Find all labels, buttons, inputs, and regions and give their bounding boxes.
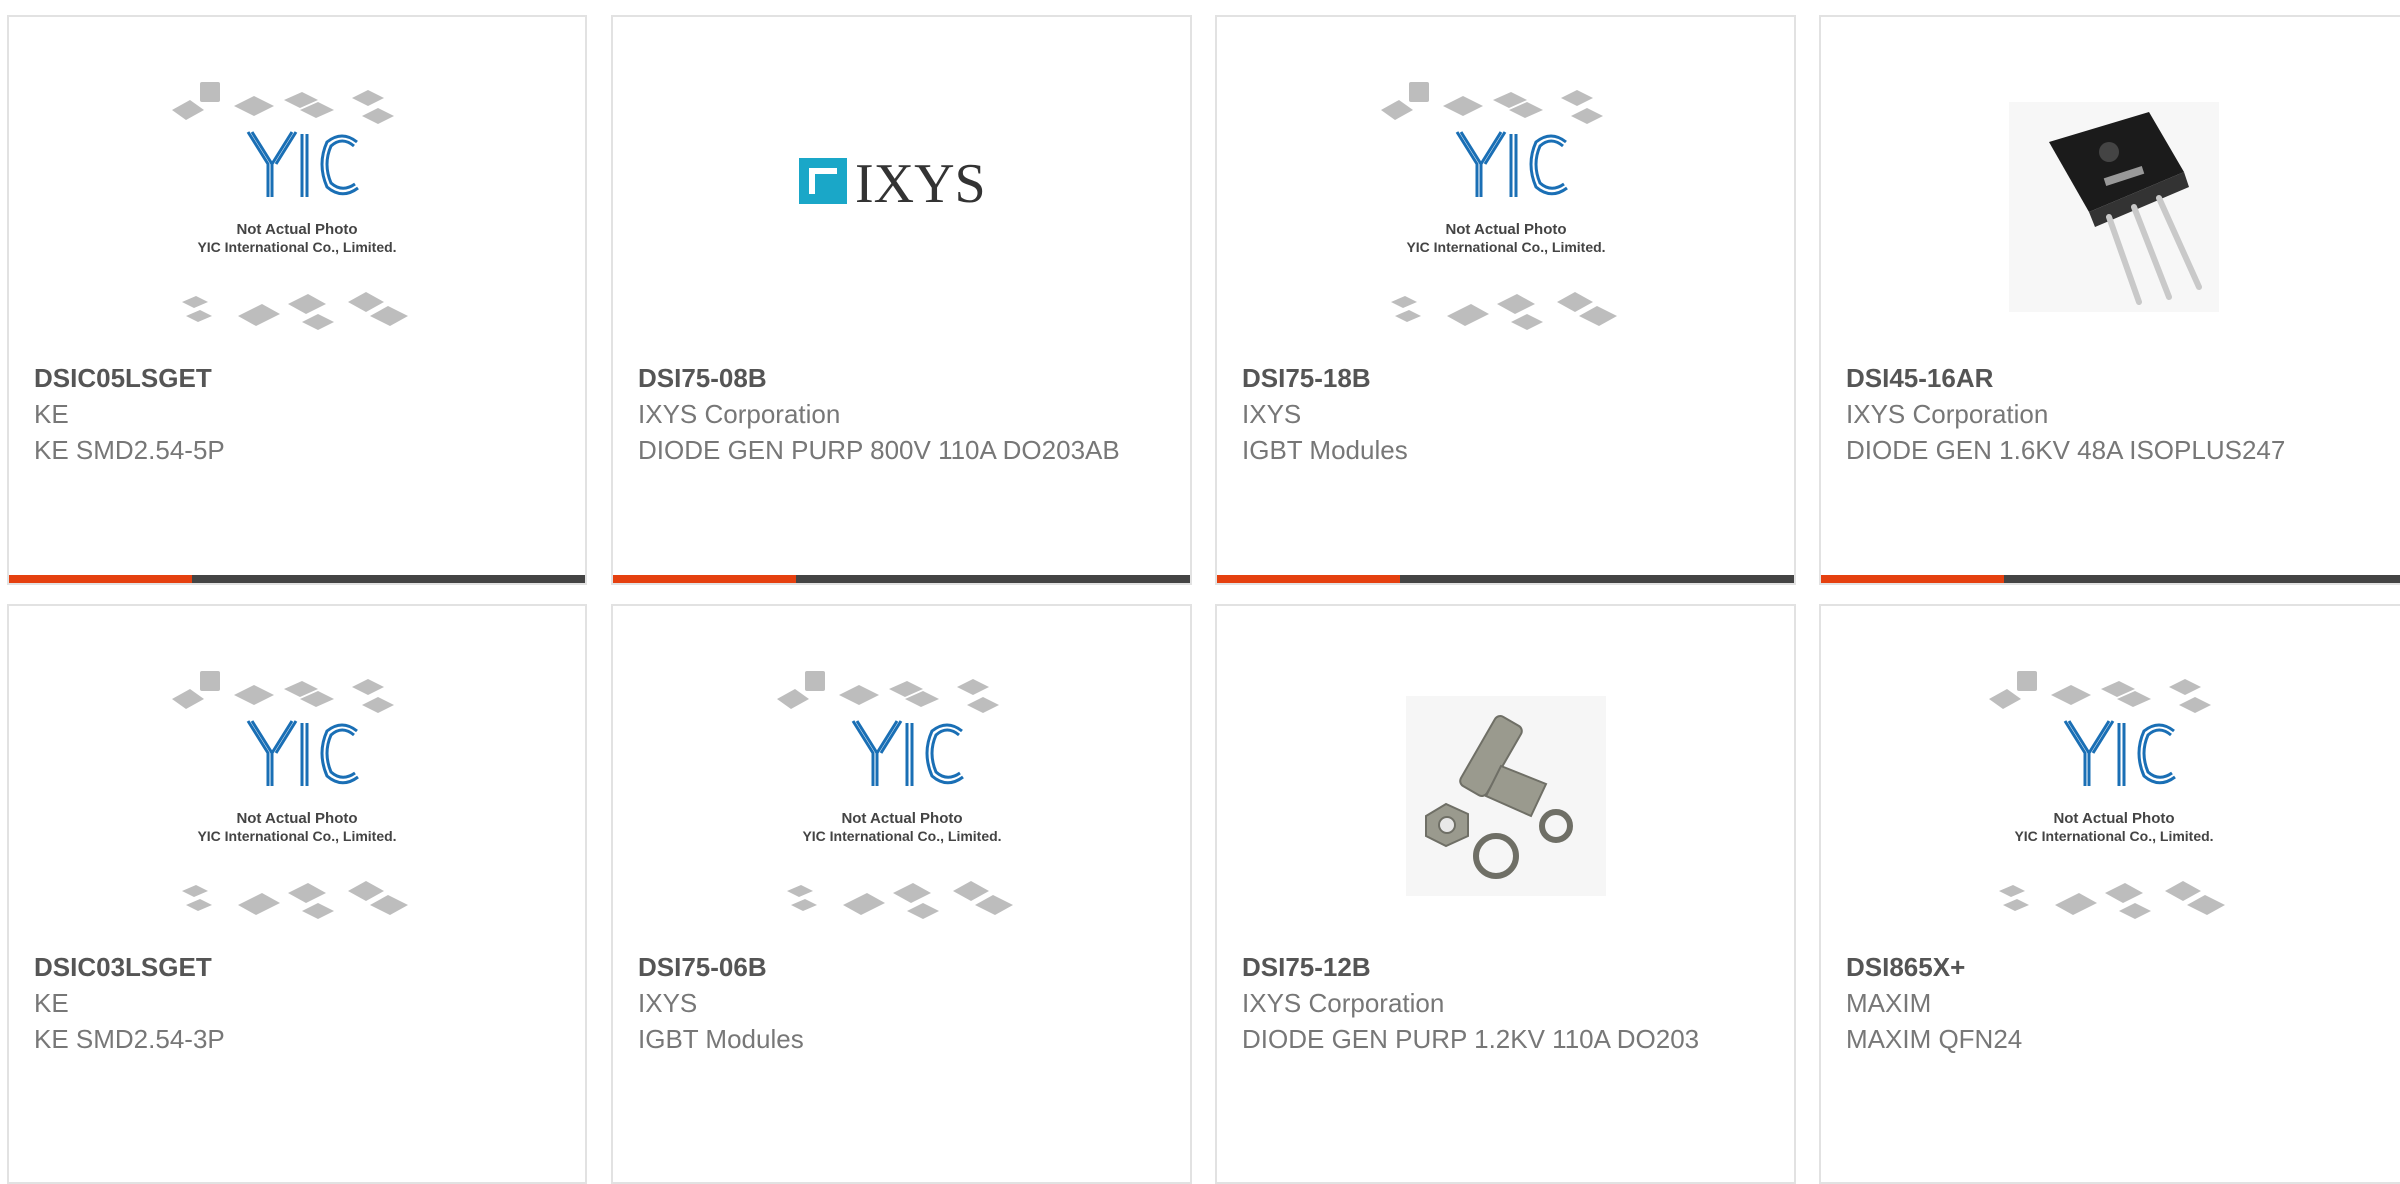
placeholder-line1: Not Actual Photo <box>1445 221 1566 238</box>
card-accent <box>613 575 796 583</box>
placeholder-line1: Not Actual Photo <box>841 810 962 827</box>
manufacturer: IXYS Corporation <box>1846 399 2049 429</box>
description: KE SMD2.54-5P <box>34 435 225 465</box>
part-number[interactable]: DSI45-16AR <box>1846 360 2387 396</box>
product-card[interactable]: IXYS DSI75-08B IXYS Corporation DIODE GE… <box>611 15 1192 585</box>
ixys-logo: IXYS <box>798 153 986 212</box>
product-card[interactable]: Not Actual Photo YIC International Co., … <box>1819 604 2400 1184</box>
manufacturer: IXYS <box>638 988 698 1018</box>
product-grid: Not Actual Photo YIC International Co., … <box>0 0 2400 1184</box>
manufacturer: KE <box>34 399 69 429</box>
product-image: Not Actual Photo YIC International Co., … <box>1821 646 2400 946</box>
part-number[interactable]: DSI75-06B <box>638 949 1170 985</box>
placeholder-line2: YIC International Co., Limited. <box>197 828 396 844</box>
product-image <box>1217 646 1794 946</box>
card-footer-bar <box>9 575 585 583</box>
description: IGBT Modules <box>638 1024 804 1054</box>
description: IGBT Modules <box>1242 435 1408 465</box>
card-accent <box>1821 575 2004 583</box>
placeholder-line1: Not Actual Photo <box>236 221 357 238</box>
placeholder-line2: YIC International Co., Limited. <box>802 828 1001 844</box>
part-number[interactable]: DSI75-12B <box>1242 949 1774 985</box>
manufacturer: KE <box>34 988 69 1018</box>
manufacturer: IXYS Corporation <box>638 399 841 429</box>
card-accent <box>1217 575 1400 583</box>
placeholder-image: Not Actual Photo YIC International Co., … <box>1380 82 1617 330</box>
description: DIODE GEN PURP 1.2KV 110A DO203 <box>1242 1024 1700 1054</box>
card-footer-bar <box>613 575 1190 583</box>
placeholder-image: Not Actual Photo YIC International Co., … <box>172 671 408 919</box>
placeholder-line2: YIC International Co., Limited. <box>2014 828 2213 844</box>
product-card[interactable]: DSI75-12B IXYS Corporation DIODE GEN PUR… <box>1215 604 1796 1184</box>
product-image: Not Actual Photo YIC International Co., … <box>9 646 585 946</box>
placeholder-line2: YIC International Co., Limited. <box>1406 239 1605 255</box>
ixys-logo-text: IXYS <box>855 153 986 212</box>
placeholder-image: Not Actual Photo YIC International Co., … <box>172 82 408 330</box>
description: KE SMD2.54-3P <box>34 1024 225 1054</box>
placeholder-line2: YIC International Co., Limited. <box>197 239 396 255</box>
placeholder-image: Not Actual Photo YIC International Co., … <box>1989 671 2225 919</box>
part-number[interactable]: DSI75-08B <box>638 360 1170 396</box>
description: DIODE GEN PURP 800V 110A DO203AB <box>638 435 1120 465</box>
product-image <box>1821 57 2400 357</box>
part-number[interactable]: DSIC05LSGET <box>34 360 565 396</box>
product-image: Not Actual Photo YIC International Co., … <box>9 57 585 357</box>
placeholder-line1: Not Actual Photo <box>2053 810 2174 827</box>
manufacturer: IXYS <box>1242 399 1302 429</box>
product-card[interactable]: Not Actual Photo YIC International Co., … <box>7 15 587 585</box>
card-footer-bar <box>1821 575 2400 583</box>
description: MAXIM QFN24 <box>1846 1024 2023 1054</box>
placeholder-image: Not Actual Photo YIC International Co., … <box>776 671 1013 919</box>
part-number[interactable]: DSI865X+ <box>1846 949 2387 985</box>
placeholder-line1: Not Actual Photo <box>236 810 357 827</box>
card-accent <box>9 575 192 583</box>
product-card[interactable]: Not Actual Photo YIC International Co., … <box>611 604 1192 1184</box>
stud-diode-image <box>1405 696 1606 896</box>
product-image: Not Actual Photo YIC International Co., … <box>613 646 1190 946</box>
product-image: IXYS <box>613 57 1190 357</box>
card-footer-bar <box>1217 575 1794 583</box>
product-card[interactable]: Not Actual Photo YIC International Co., … <box>7 604 587 1184</box>
part-number[interactable]: DSI75-18B <box>1242 360 1774 396</box>
manufacturer: IXYS Corporation <box>1242 988 1445 1018</box>
manufacturer: MAXIM <box>1846 988 1932 1018</box>
product-card[interactable]: Not Actual Photo YIC International Co., … <box>1215 15 1796 585</box>
product-card[interactable]: DSI45-16AR IXYS Corporation DIODE GEN 1.… <box>1819 15 2400 585</box>
product-image: Not Actual Photo YIC International Co., … <box>1217 57 1794 357</box>
part-number[interactable]: DSIC03LSGET <box>34 949 565 985</box>
to247-package-image <box>2009 102 2219 312</box>
description: DIODE GEN 1.6KV 48A ISOPLUS247 <box>1846 435 2286 465</box>
